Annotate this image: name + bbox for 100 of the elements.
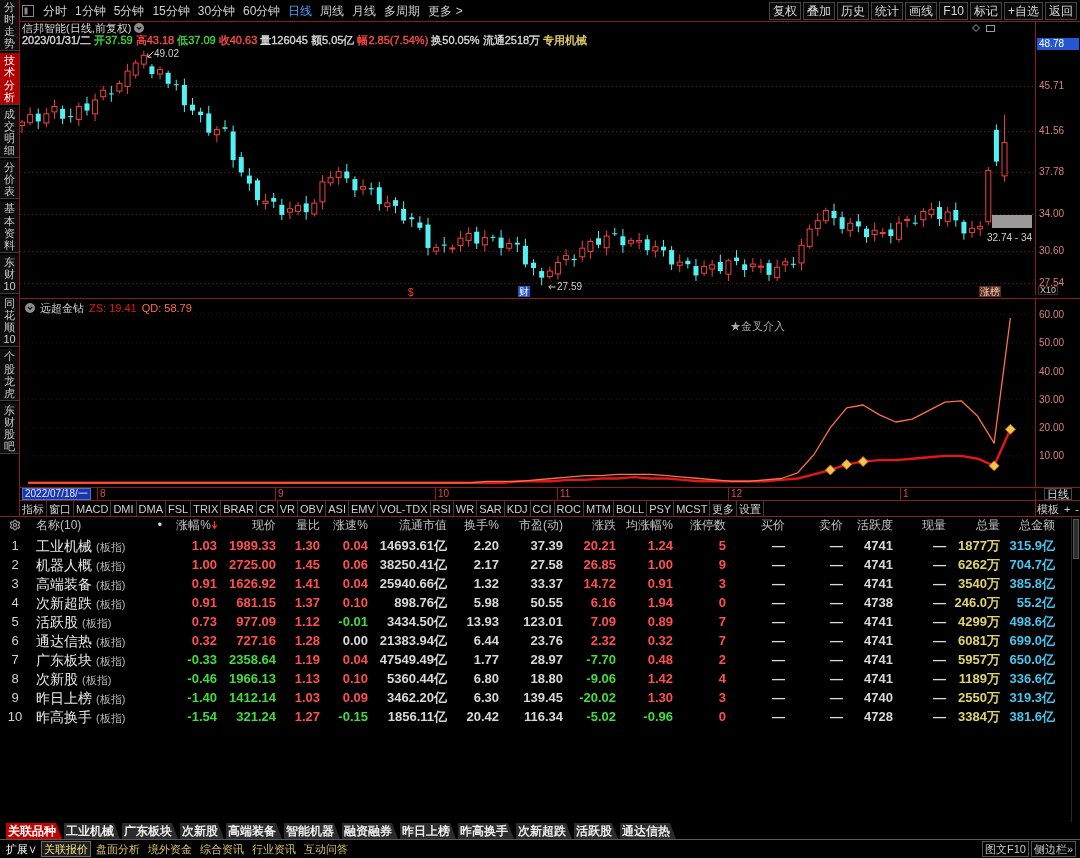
sidebar-tab[interactable]: 个股龙虎 — [0, 349, 19, 401]
bottom-tab[interactable]: 次新股 — [180, 823, 224, 839]
panel-button[interactable]: 侧边栏» — [1030, 841, 1076, 857]
toolbar-button[interactable]: +自选 — [1004, 1, 1043, 20]
column-header[interactable]: 涨停数 — [690, 518, 726, 532]
period-button[interactable]: 日线 — [1043, 488, 1072, 500]
table-cell: 0.10 — [342, 595, 368, 610]
bottom-tab[interactable]: 活跃股 — [574, 823, 618, 839]
toolbar-button[interactable]: F10 — [939, 1, 968, 20]
template-button[interactable]: + — [1063, 501, 1071, 516]
column-header[interactable]: 总金额 — [1019, 518, 1055, 532]
chart-title: 信邦智能(日线,前复权) — [22, 22, 132, 34]
sidebar-tab[interactable]: 东财10 — [0, 254, 19, 295]
column-header[interactable]: 现量 — [922, 518, 946, 532]
column-header[interactable]: 涨幅% — [176, 518, 217, 532]
column-header[interactable]: 活跃度 — [857, 518, 893, 532]
sector-name[interactable]: 昨高换手 — [36, 708, 92, 725]
bottom-tab[interactable]: 智能机器 — [284, 823, 340, 839]
falling-candle — [571, 253, 577, 268]
info-tab[interactable]: 行业资讯 — [249, 841, 299, 857]
column-header[interactable]: 名称(10) — [36, 518, 82, 532]
period-tab[interactable]: 分时 — [40, 2, 70, 19]
info-tab[interactable]: 关联报价 — [41, 841, 91, 857]
sector-name[interactable]: 次新超跌 — [36, 594, 92, 611]
info-tab[interactable]: 盘面分析 — [93, 841, 143, 857]
rising-candle — [384, 195, 391, 212]
sector-name[interactable]: 广东板块 — [36, 651, 92, 668]
info-tab[interactable]: 互动问答 — [301, 841, 351, 857]
scrollbar[interactable] — [1071, 517, 1080, 822]
toolbar-button[interactable]: 标记 — [970, 1, 1002, 20]
panel-toggle-icon[interactable] — [22, 4, 34, 17]
period-tab[interactable]: 1分钟 — [72, 2, 109, 19]
sector-name[interactable]: 次新股 — [36, 670, 78, 687]
period-tab[interactable]: 日线 — [285, 2, 316, 19]
bottom-tab[interactable]: 关联品种 — [6, 823, 62, 839]
toolbar-button[interactable]: 复权 — [769, 1, 802, 20]
period-tab[interactable]: 30分钟 — [194, 2, 239, 19]
chevron-circle-icon[interactable] — [134, 23, 145, 33]
bottom-tab[interactable]: 昨高换手 — [458, 823, 514, 839]
table-cell: — — [830, 576, 843, 591]
template-button[interactable]: - — [1075, 501, 1079, 516]
period-tab[interactable]: 15分钟 — [149, 2, 193, 19]
chevron-circle-icon[interactable] — [25, 303, 35, 313]
period-tab[interactable]: 更多 > — [425, 2, 466, 19]
sidebar-tab[interactable]: 东财股吧 — [0, 402, 19, 455]
bottom-tab[interactable]: 融资融券 — [342, 823, 398, 839]
bottom-tab[interactable]: 昨日上榜 — [400, 823, 456, 839]
column-header[interactable]: 买价 — [761, 518, 785, 532]
toolbar-button[interactable]: 统计 — [871, 1, 904, 20]
rectangle-icon[interactable] — [986, 24, 995, 32]
info-tab[interactable]: 综合资讯 — [197, 841, 247, 857]
sector-name[interactable]: 机器人概 — [36, 556, 92, 573]
bottom-tab[interactable]: 广东板块 — [122, 823, 178, 839]
sector-name[interactable]: 通达信热 — [36, 632, 92, 649]
table-cell: — — [830, 595, 843, 610]
period-tab[interactable]: 月线 — [349, 2, 380, 19]
event-marker[interactable]: 涨榜 — [979, 286, 1001, 297]
sidebar-tab[interactable]: 分时走势 — [0, 0, 19, 52]
info-tab[interactable]: 境外资金 — [145, 841, 195, 857]
sidebar-tab[interactable]: 基本资料 — [0, 201, 19, 253]
column-header[interactable]: 涨速% — [333, 518, 368, 532]
column-header[interactable]: 卖价 — [819, 518, 843, 532]
toolbar-button[interactable]: 历史 — [837, 1, 870, 20]
panel-button[interactable]: 图文F10 — [981, 841, 1029, 857]
column-header[interactable]: 均涨幅% — [626, 518, 673, 532]
falling-candle — [417, 215, 423, 231]
toolbar-button[interactable]: 返回 — [1045, 1, 1077, 20]
settings-icon[interactable] — [9, 519, 21, 531]
column-header[interactable]: 量比 — [296, 518, 320, 532]
sector-name[interactable]: 工业机械 — [36, 537, 92, 554]
period-tab[interactable]: 周线 — [317, 2, 348, 19]
template-button[interactable]: 模板 — [1037, 501, 1059, 516]
sidebar-tab[interactable]: 分价表 — [0, 160, 19, 200]
period-tab[interactable]: 5分钟 — [110, 2, 148, 19]
sidebar-tab[interactable]: 同花顺10 — [0, 296, 19, 348]
scrollbar-thumb[interactable] — [1073, 519, 1079, 559]
column-header[interactable]: 流通市值 — [399, 518, 447, 532]
column-header[interactable]: 涨跌 — [592, 518, 616, 532]
column-header[interactable]: 换手% — [464, 518, 499, 532]
toolbar-button[interactable]: 叠加 — [803, 1, 836, 20]
quote-value: 开37.59 — [94, 34, 133, 46]
expand-button[interactable]: 扩展∨ — [4, 842, 39, 856]
toolbar-button[interactable]: 画线 — [905, 1, 938, 20]
column-header[interactable]: 现价 — [252, 518, 276, 532]
period-tab[interactable]: 60分钟 — [240, 2, 284, 19]
column-header[interactable]: 总量 — [976, 518, 1000, 532]
bottom-tab[interactable]: 次新超跌 — [516, 823, 572, 839]
bottom-tab[interactable]: 高端装备 — [226, 823, 282, 839]
period-tab[interactable]: 多周期 — [381, 2, 424, 19]
table-cell: — — [830, 652, 843, 667]
sector-name[interactable]: 昨日上榜 — [36, 689, 92, 706]
bottom-tab[interactable]: 工业机械 — [64, 823, 120, 839]
event-marker[interactable]: 财 — [518, 286, 530, 297]
sidebar-tab[interactable]: 技术分析 — [0, 53, 19, 105]
column-header[interactable]: 市盈(动) — [519, 518, 563, 532]
bottom-tab[interactable]: 通达信热 — [620, 823, 676, 839]
sector-name[interactable]: 活跃股 — [36, 613, 78, 630]
event-marker[interactable]: $ — [408, 287, 414, 298]
sector-name[interactable]: 高端装备 — [36, 575, 92, 592]
sidebar-tab[interactable]: 成交明细 — [0, 106, 19, 159]
